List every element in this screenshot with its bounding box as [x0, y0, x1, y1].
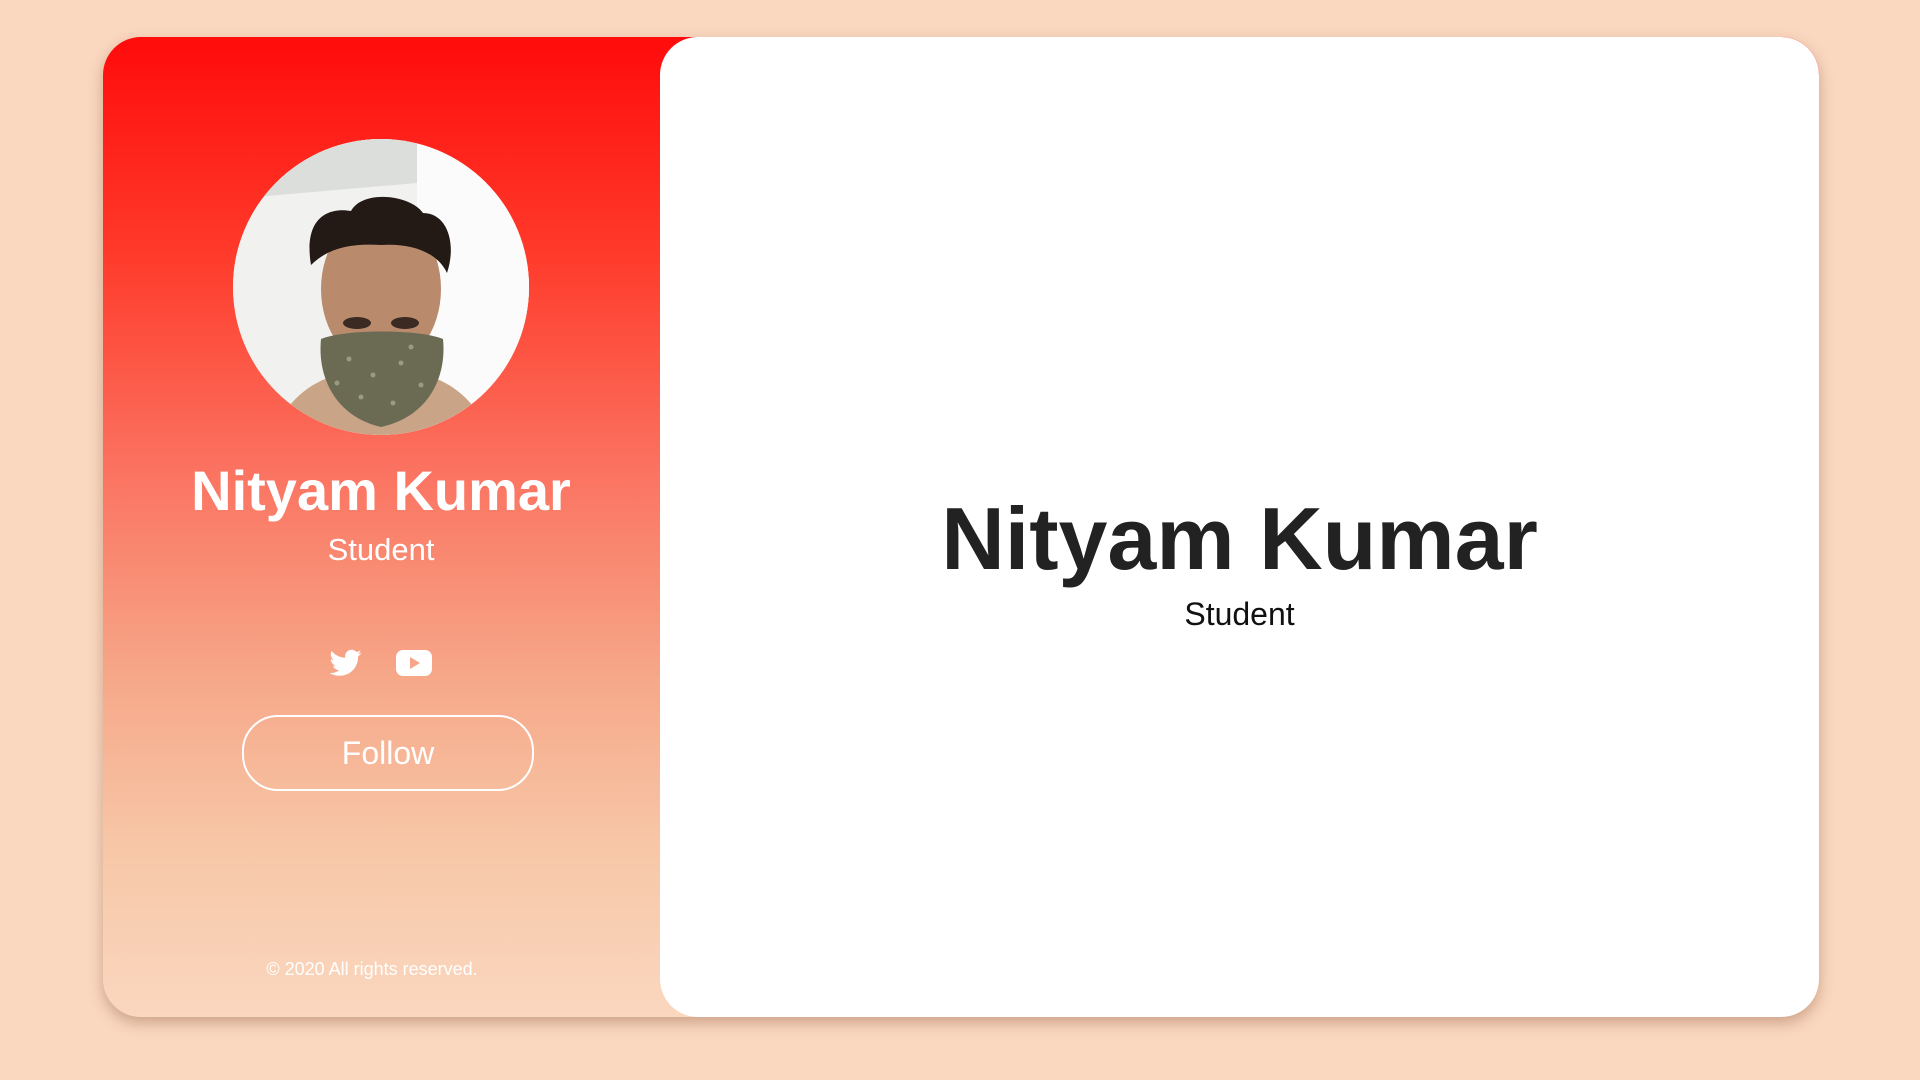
sidebar-role: Student	[327, 532, 435, 567]
sidebar-name: Nityam Kumar	[191, 459, 571, 522]
profile-card: Nityam Kumar Student Follow © 2020 All r…	[103, 37, 1819, 1017]
main-panel: Nityam Kumar Student	[660, 37, 1819, 1017]
twitter-icon[interactable]	[329, 649, 362, 682]
main-title: Nityam Kumar	[941, 489, 1538, 588]
copyright-footer: © 2020 All rights reserved.	[266, 959, 478, 979]
avatar	[233, 139, 529, 435]
main-subtitle: Student	[1184, 596, 1295, 632]
social-links	[103, 649, 659, 682]
youtube-icon[interactable]	[396, 649, 432, 682]
follow-button[interactable]: Follow	[242, 715, 534, 791]
avatar-photo	[233, 139, 529, 435]
profile-sidebar: Nityam Kumar Student Follow © 2020 All r…	[103, 37, 659, 1017]
